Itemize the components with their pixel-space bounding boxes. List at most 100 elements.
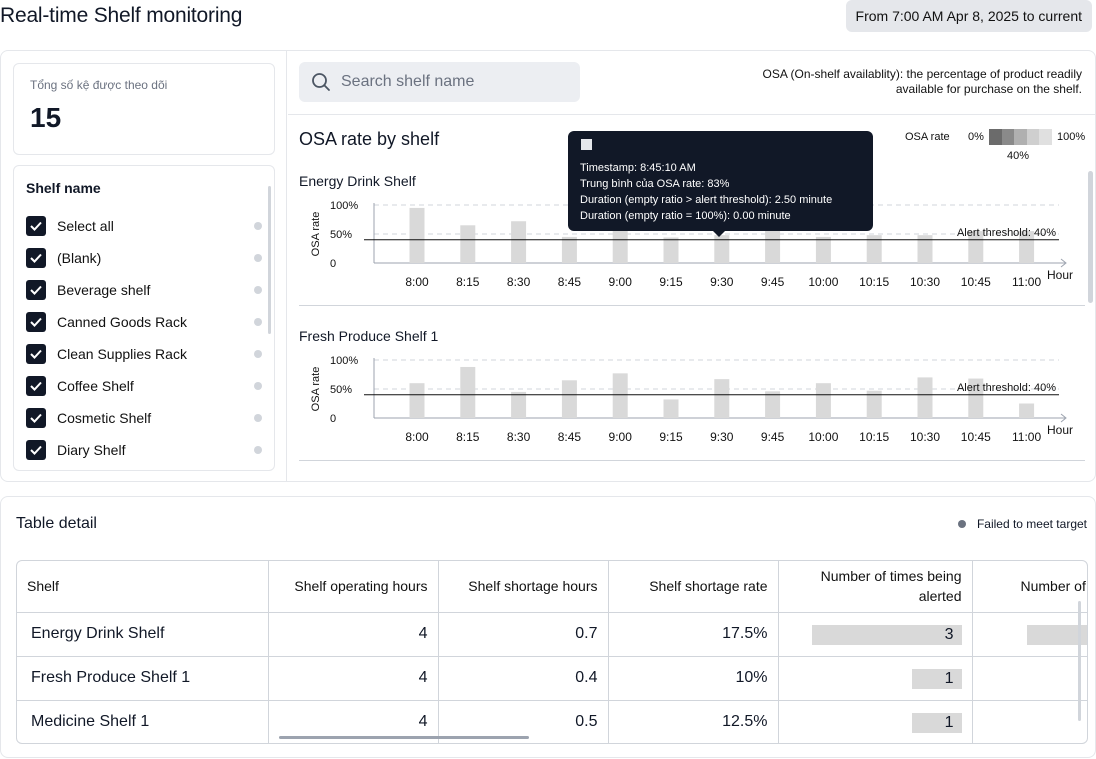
- cell-shortage-rate: 17.5%: [608, 612, 779, 657]
- shelf-filter-label: Clean Supplies Rack: [57, 346, 187, 362]
- x-tick-label: 8:15: [456, 275, 480, 289]
- shelf-filter-item[interactable]: Canned Goods Rack: [26, 306, 262, 338]
- checkbox[interactable]: [26, 376, 46, 396]
- x-tick-label: 10:00: [808, 430, 838, 444]
- shelf-filter-item[interactable]: Cosmetic Shelf: [26, 402, 262, 434]
- tooltip-duration-alert: Duration (empty ratio > alert threshold)…: [580, 194, 833, 206]
- check-icon: [30, 381, 42, 391]
- shelf-filter-item[interactable]: Clean Supplies Rack: [26, 338, 262, 370]
- check-icon: [30, 285, 42, 295]
- shelf-filter-list: Shelf name Select all (Blank) Beverage she…: [13, 165, 275, 471]
- x-tick-label: 9:00: [609, 430, 633, 444]
- checkbox[interactable]: [26, 440, 46, 460]
- bar: [815, 236, 831, 263]
- x-tick-label: 10:30: [910, 430, 940, 444]
- check-icon: [30, 221, 42, 231]
- table-row[interactable]: Medicine Shelf 1 4 0.5 12.5% 1: [17, 700, 1087, 743]
- shelf-filter-title: Shelf name: [26, 180, 101, 196]
- shelf-filter-item[interactable]: Select all: [26, 210, 262, 242]
- fail-dot: [957, 520, 966, 528]
- cell-shelf: Energy Drink Shelf: [17, 612, 269, 657]
- checkbox[interactable]: [26, 344, 46, 364]
- bar: [561, 380, 577, 418]
- y-tick-label: 50%: [330, 229, 352, 241]
- legend-max: 100%: [1057, 131, 1086, 143]
- shelf-filter-item[interactable]: Diary Shelf: [26, 434, 262, 466]
- x-tick-label: 8:00: [405, 430, 429, 444]
- date-range-button[interactable]: From 7:00 AM Apr 8, 2025 to current: [845, 0, 1092, 32]
- column-header[interactable]: Shelf shortage rate: [608, 561, 779, 613]
- x-tick-label: 8:15: [456, 430, 480, 444]
- check-icon: [30, 349, 42, 359]
- cell-alert-count: 1: [778, 700, 973, 743]
- checkbox[interactable]: [26, 408, 46, 428]
- cell-replenish-count: [972, 656, 1087, 701]
- checkbox[interactable]: [26, 280, 46, 300]
- column-header[interactable]: Number of shelf reple: [972, 561, 1087, 613]
- table-row[interactable]: Energy Drink Shelf 4 0.7 17.5% 3: [17, 612, 1087, 657]
- alert-count-bar: 1: [911, 668, 962, 689]
- legend-swatch: [1026, 129, 1040, 145]
- shelf-filter-label: Coffee Shelf: [57, 378, 134, 394]
- bar: [917, 377, 933, 418]
- left-column: Tổng số kệ được theo dõi 15 Shelf name S…: [1, 51, 287, 481]
- cell-operating-hours: 4: [268, 656, 439, 701]
- column-header[interactable]: Shelf shortage hours: [438, 561, 609, 613]
- shelf-filter-item[interactable]: (Blank): [26, 242, 262, 274]
- bar: [612, 373, 628, 418]
- x-tick-label: 9:00: [609, 275, 633, 289]
- status-dot: [254, 382, 262, 390]
- check-icon: [30, 317, 42, 327]
- shelf-count-card: Tổng số kệ được theo dõi 15: [13, 63, 275, 155]
- x-tick-label: 8:30: [507, 430, 531, 444]
- chart-scrollbar[interactable]: [1088, 171, 1093, 303]
- shelf-filter-label: Canned Goods Rack: [57, 314, 187, 330]
- chart-tooltip: Timestamp: 8:45:10 AM Trung bình của OSA…: [568, 131, 873, 237]
- x-tick-label: 9:45: [761, 275, 785, 289]
- checkbox[interactable]: [26, 248, 46, 268]
- osa-bar-chart: OSA rate 100% 50% 0 8:00 8:15 8:30 8:45 9:00 9:15…: [310, 355, 1073, 444]
- x-axis-label: Hour: [1047, 268, 1073, 282]
- x-tick-label: 8:45: [558, 275, 582, 289]
- legend-swatch: [1039, 129, 1052, 145]
- legend-gradient: [989, 129, 1052, 145]
- table-row[interactable]: Fresh Produce Shelf 1 4 0.4 10% 1: [17, 656, 1087, 701]
- search-icon: [312, 73, 330, 91]
- shelf-filter-label: Select all: [57, 218, 114, 234]
- checkbox[interactable]: [26, 216, 46, 236]
- legend-swatch: [989, 129, 1002, 145]
- detail-table: Shelf Shelf operating hours Shelf shorta…: [17, 561, 1087, 743]
- chart-separator: [299, 460, 1085, 461]
- shelf-filter-item[interactable]: Coffee Shelf: [26, 370, 262, 402]
- table-vertical-scrollbar[interactable]: [1078, 601, 1081, 721]
- bar: [409, 207, 425, 263]
- check-icon: [30, 445, 42, 455]
- chart-title: Fresh Produce Shelf 1: [299, 328, 439, 344]
- checkbox[interactable]: [26, 312, 46, 332]
- tooltip-average: Trung bình của OSA rate: 83%: [580, 178, 730, 190]
- bar: [511, 391, 527, 418]
- bar: [663, 399, 679, 418]
- chart-fresh-produce: Fresh Produce Shelf 1 OSA rate 100% 50% 0 8:…: [299, 328, 1085, 458]
- legend-swatch: [1014, 129, 1027, 145]
- column-header[interactable]: Shelf: [17, 561, 269, 613]
- shelf-list-scrollbar[interactable]: [268, 186, 271, 334]
- search-box[interactable]: [299, 62, 580, 102]
- bar: [1019, 403, 1035, 418]
- cell-shortage-hours: 0.7: [438, 612, 609, 657]
- column-header[interactable]: Number of times being alerted: [778, 561, 973, 613]
- legend-mid: 40%: [1007, 150, 1030, 162]
- table-horizontal-scrollbar[interactable]: [279, 736, 529, 739]
- column-header[interactable]: Shelf operating hours: [268, 561, 439, 613]
- check-icon: [30, 253, 42, 263]
- monitoring-panel: Tổng số kệ được theo dõi 15 Shelf name S…: [0, 50, 1096, 482]
- shelf-filter-item[interactable]: Beverage shelf: [26, 274, 262, 306]
- alert-count-bar: 1: [911, 712, 962, 733]
- x-tick-label: 11:00: [1012, 430, 1041, 444]
- shelf-count-label: Tổng số kệ được theo dõi: [30, 78, 168, 92]
- chart-separator: [299, 305, 1085, 306]
- shelf-count-value: 15: [30, 102, 62, 133]
- cell-operating-hours: 4: [268, 612, 439, 657]
- search-input[interactable]: [341, 73, 561, 91]
- divider: [288, 114, 1096, 115]
